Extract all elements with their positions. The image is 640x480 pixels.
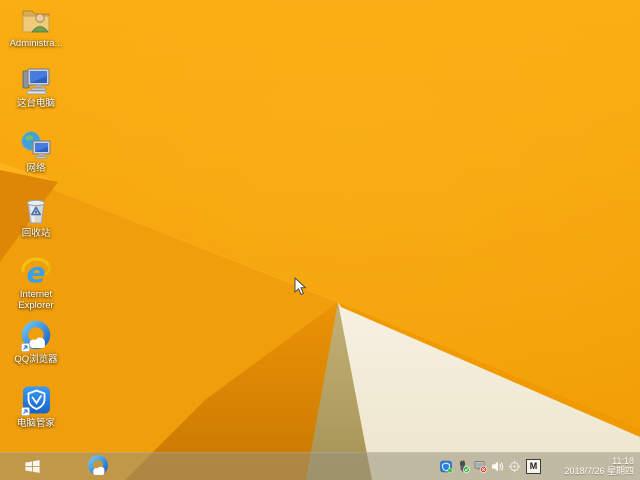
internet-explorer-icon: e xyxy=(21,256,51,287)
network-globe-icon xyxy=(21,131,51,159)
input-method-indicator[interactable]: M xyxy=(526,458,541,474)
desktop-icon-administrator-folder[interactable]: Administra... xyxy=(0,4,72,49)
icon-label: 这台电脑 xyxy=(16,98,55,109)
icon-label: QQ浏览器 xyxy=(14,354,58,365)
crosshair-tray-icon[interactable] xyxy=(507,459,521,473)
icon-label: Internet Explorer xyxy=(18,289,54,311)
desktop-icon-recycle-bin[interactable]: 回收站 xyxy=(0,194,72,239)
user-folder-icon xyxy=(22,10,50,33)
volume-tray-icon[interactable] xyxy=(490,459,504,473)
desktop-icon-this-pc[interactable]: 这台电脑 xyxy=(0,64,72,109)
icon-label: 电脑管家 xyxy=(16,418,55,429)
desktop-icon-pc-manager[interactable]: 电脑管家 xyxy=(0,384,72,429)
windows-logo-icon xyxy=(24,460,40,473)
pc-manager-tray-icon[interactable] xyxy=(439,459,453,473)
computer-icon xyxy=(22,68,50,95)
mouse-cursor xyxy=(294,277,307,296)
pc-manager-shield-icon xyxy=(21,386,50,416)
taskbar-clock[interactable]: 11:18 2018/7/26 星期四 xyxy=(550,456,634,477)
system-tray: M 11:18 2018/7/26 星期四 xyxy=(439,452,638,480)
desktop-icon-qq-browser[interactable]: QQ浏览器 xyxy=(0,320,72,365)
icon-label: 回收站 xyxy=(21,228,51,239)
recycle-bin-icon xyxy=(26,199,46,224)
taskbar: M 11:18 2018/7/26 星期四 xyxy=(0,452,640,480)
icon-label: Administra... xyxy=(9,38,63,49)
qq-browser-icon xyxy=(21,320,51,352)
icon-label: 网络 xyxy=(26,163,46,174)
desktop-icon-network[interactable]: 网络 xyxy=(0,129,72,174)
desktop-screen: Administra... 这台电脑 网络 回收站 e Internet Exp… xyxy=(0,0,640,480)
taskbar-qq-browser-button[interactable] xyxy=(78,452,118,480)
usb-device-tray-icon[interactable] xyxy=(456,459,470,473)
wallpaper xyxy=(0,0,640,480)
desktop-icon-internet-explorer[interactable]: e Internet Explorer xyxy=(0,255,72,311)
qq-browser-taskbar-icon xyxy=(88,455,108,476)
network-error-tray-icon[interactable] xyxy=(473,459,487,473)
clock-time: 11:18 xyxy=(612,455,634,466)
clock-date: 2018/7/26 星期四 xyxy=(564,466,634,476)
start-button[interactable] xyxy=(10,452,54,480)
